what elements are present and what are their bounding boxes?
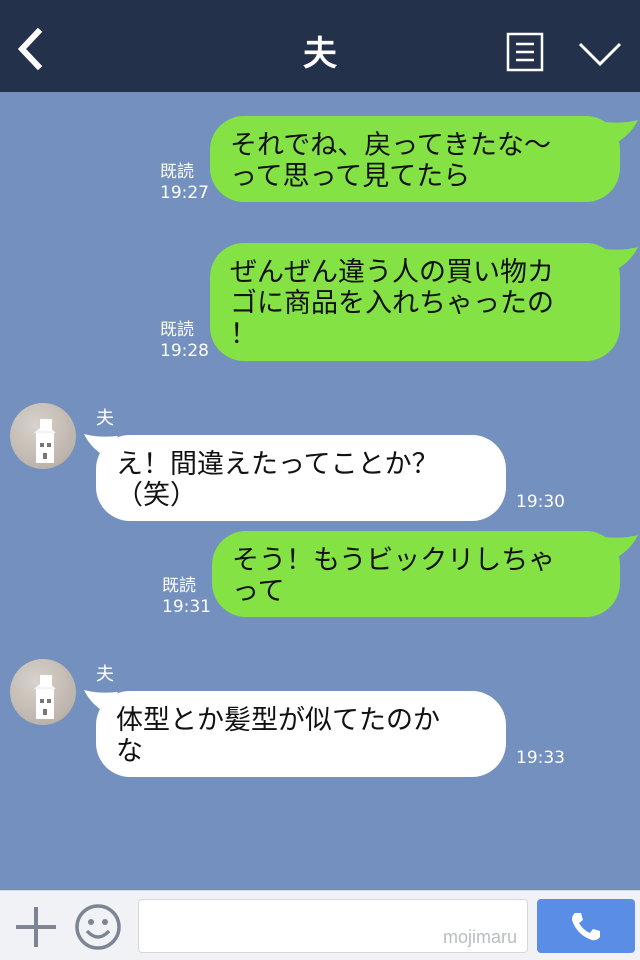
message-line: そう！もうビックリしちゃ [232,545,556,576]
message-line: それでね、戻ってきたな〜 [230,130,552,161]
call-button[interactable] [537,899,635,953]
message-line: 体型とか髪型が似てたのか [116,705,440,736]
message-time: 19:33 [516,748,565,768]
avatar[interactable] [10,659,76,725]
sender-name: 夫 [96,408,114,429]
message-bubble-mine[interactable]: それでね、戻ってきたな〜 って思って見てたら [210,116,620,202]
bubble-tail [604,247,638,271]
bubble-tail [604,120,638,144]
sender-name: 夫 [96,664,114,685]
message-time: 19:28 [160,341,209,361]
chat-title: 夫 [303,34,337,74]
read-receipt: 既読 [160,162,194,182]
message-bubble-mine[interactable]: そう！もうビックリしちゃ って [212,531,620,617]
read-receipt: 既読 [160,320,194,340]
message-bubble-theirs[interactable]: え！間違えたってことか？ （笑） [96,435,506,521]
bubble-tail [604,535,638,559]
message-meta: 既読 19:28 [160,320,209,362]
message-line: って [232,576,285,607]
house-figure-icon [34,675,56,719]
message-time: 19:31 [162,597,211,617]
plus-icon[interactable] [14,905,58,949]
message-time: 19:27 [160,183,209,203]
house-figure-icon [34,419,56,463]
message-bubble-theirs[interactable]: 体型とか髪型が似てたのか な [96,691,506,777]
input-bar: mojimaru [0,890,640,960]
smile-icon[interactable] [74,903,122,951]
list-icon[interactable] [506,32,544,72]
phone-icon [572,913,600,941]
message-line: （笑） [116,480,197,511]
chat-header: 夫 [0,0,640,92]
message-line: って思って見てたら [230,161,471,192]
message-line: ！ [230,319,257,350]
message-input[interactable]: mojimaru [138,899,528,953]
message-line: ゴに商品を入れちゃったの [230,288,554,319]
message-bubble-mine[interactable]: ぜんぜん違う人の買い物カ ゴに商品を入れちゃったの ！ [210,243,620,361]
message-line: え！間違えたってことか？ [116,449,439,480]
chevron-left-icon[interactable] [12,26,52,72]
message-meta: 既読 19:27 [160,162,209,204]
message-meta: 既読 19:31 [162,576,211,618]
message-time: 19:30 [516,492,565,512]
chevron-down-icon[interactable] [576,36,624,70]
message-line: ぜんぜん違う人の買い物カ [230,257,554,288]
watermark: mojimaru [442,927,517,947]
avatar[interactable] [10,403,76,469]
message-line: な [116,736,143,767]
read-receipt: 既読 [162,576,196,596]
